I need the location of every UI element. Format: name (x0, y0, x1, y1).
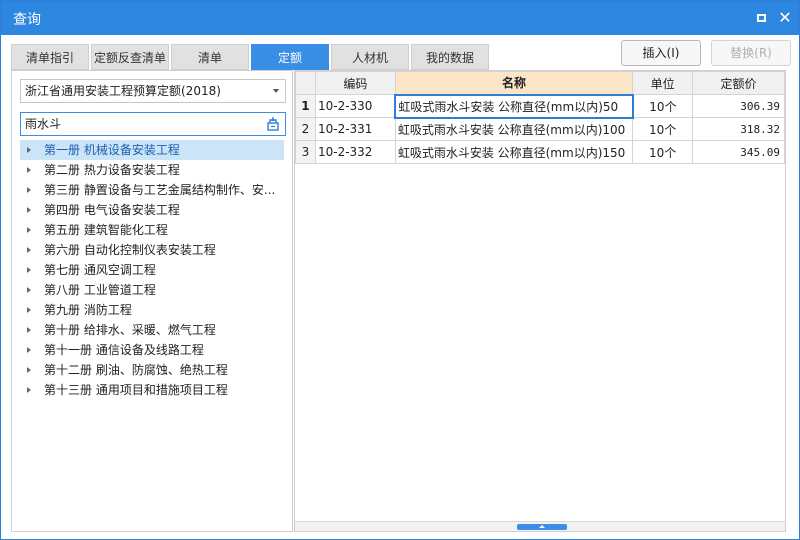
tree-item-label: 第九册 消防工程 (44, 303, 132, 317)
search-icon[interactable] (267, 117, 279, 131)
table-row[interactable]: 1 10-2-330 虹吸式雨水斗安装 公称直径(mm以内)50 10个 306… (295, 93, 785, 119)
chevron-right-icon[interactable] (27, 147, 31, 153)
tree-item-label: 第十一册 通信设备及线路工程 (44, 343, 204, 357)
code-cell[interactable]: 10-2-332 (314, 140, 396, 164)
norm-select-value: 浙江省通用安装工程预算定额(2018) (25, 84, 221, 98)
code-header[interactable]: 编码 (314, 71, 396, 95)
chevron-right-icon[interactable] (27, 367, 31, 373)
maximize-icon[interactable] (753, 10, 769, 26)
close-icon[interactable]: ✕ (777, 10, 793, 26)
tab-list[interactable]: 清单 (171, 44, 249, 70)
chevron-down-icon (273, 89, 279, 93)
row-number: 2 (295, 117, 316, 141)
chevron-right-icon[interactable] (27, 247, 31, 253)
tree-item-label: 第十三册 通用项目和措施项目工程 (44, 383, 228, 397)
chevron-right-icon[interactable] (27, 167, 31, 173)
name-cell[interactable]: 虹吸式雨水斗安装 公称直径(mm以内)100 (394, 117, 634, 141)
tree-item-label: 第六册 自动化控制仪表安装工程 (44, 243, 216, 257)
window-title: 查询 (13, 12, 41, 28)
name-header[interactable]: 名称 (394, 71, 634, 95)
title-bar[interactable]: 查询 ✕ (1, 1, 799, 35)
table-row[interactable]: 2 10-2-331 虹吸式雨水斗安装 公称直径(mm以内)100 10个 31… (295, 117, 785, 141)
tree-item-book-6[interactable]: 第六册 自动化控制仪表安装工程 (12, 240, 282, 260)
chevron-right-icon[interactable] (27, 287, 31, 293)
tree-item-label: 第七册 通风空调工程 (44, 263, 156, 277)
chevron-right-icon[interactable] (27, 227, 31, 233)
chevron-up-icon (539, 525, 545, 528)
tree-item-book-7[interactable]: 第七册 通风空调工程 (12, 260, 282, 280)
table-header-row: 编码 名称 单位 定额价 (295, 71, 785, 95)
table-row[interactable]: 3 10-2-332 虹吸式雨水斗安装 公称直径(mm以内)150 10个 34… (295, 140, 785, 164)
chevron-right-icon[interactable] (27, 387, 31, 393)
panel-toggle-handle[interactable] (517, 524, 567, 530)
insert-button[interactable]: 插入(I) (621, 40, 701, 66)
tab-labor-material-machine[interactable]: 人材机 (331, 44, 409, 70)
unit-cell[interactable]: 10个 (632, 140, 694, 164)
tree-item-book-5[interactable]: 第五册 建筑智能化工程 (12, 220, 282, 240)
price-cell[interactable]: 306.39 (692, 94, 785, 118)
tab-norm-reverse-lookup[interactable]: 定额反查清单 (91, 44, 169, 70)
tree-item-book-12[interactable]: 第十二册 刷油、防腐蚀、绝热工程 (12, 360, 282, 380)
chevron-right-icon[interactable] (27, 207, 31, 213)
tree-item-book-4[interactable]: 第四册 电气设备安装工程 (12, 200, 282, 220)
search-field[interactable] (20, 112, 286, 136)
chapter-tree: 第一册 机械设备安装工程 第二册 热力设备安装工程 第三册 静置设备与工艺金属结… (12, 140, 292, 400)
row-number: 1 (295, 94, 316, 118)
result-table: 编码 名称 单位 定额价 1 10-2-330 虹吸式雨水斗安装 公称直径(mm… (295, 71, 785, 164)
chevron-right-icon[interactable] (27, 187, 31, 193)
tree-item-label: 第八册 工业管道工程 (44, 283, 156, 297)
price-header[interactable]: 定额价 (692, 71, 785, 95)
code-cell[interactable]: 10-2-331 (314, 117, 396, 141)
tree-item-label: 第一册 机械设备安装工程 (44, 143, 180, 157)
price-cell[interactable]: 345.09 (692, 140, 785, 164)
tree-item-label: 第四册 电气设备安装工程 (44, 203, 180, 217)
tree-item-label: 第五册 建筑智能化工程 (44, 223, 168, 237)
tree-item-book-11[interactable]: 第十一册 通信设备及线路工程 (12, 340, 282, 360)
tree-item-book-9[interactable]: 第九册 消防工程 (12, 300, 282, 320)
tab-list-guide[interactable]: 清单指引 (11, 44, 89, 70)
unit-cell[interactable]: 10个 (632, 117, 694, 141)
chevron-right-icon[interactable] (27, 347, 31, 353)
tree-item-label: 第三册 静置设备与工艺金属结构制作、安... (44, 183, 276, 197)
chevron-right-icon[interactable] (27, 267, 31, 273)
left-panel: 浙江省通用安装工程预算定额(2018) 第一册 机械设备安装工程 第二册 热力设… (11, 70, 293, 532)
replace-button[interactable]: 替换(R) (711, 40, 791, 66)
tree-item-label: 第十二册 刷油、防腐蚀、绝热工程 (44, 363, 228, 377)
search-input[interactable] (25, 113, 255, 134)
unit-header[interactable]: 单位 (632, 71, 694, 95)
row-number: 3 (295, 140, 316, 164)
norm-select[interactable]: 浙江省通用安装工程预算定额(2018) (20, 79, 286, 103)
tree-item-book-1[interactable]: 第一册 机械设备安装工程 (20, 140, 284, 160)
tree-item-book-8[interactable]: 第八册 工业管道工程 (12, 280, 282, 300)
tree-item-label: 第十册 给排水、采暖、燃气工程 (44, 323, 216, 337)
tree-item-label: 第二册 热力设备安装工程 (44, 163, 180, 177)
tree-item-book-3[interactable]: 第三册 静置设备与工艺金属结构制作、安... (12, 180, 282, 200)
chevron-right-icon[interactable] (27, 307, 31, 313)
row-number-header (295, 71, 316, 95)
name-cell[interactable]: 虹吸式雨水斗安装 公称直径(mm以内)150 (394, 140, 634, 164)
query-dialog: 查询 ✕ 清单指引 定额反查清单 清单 定额 人材机 我的数据 插入(I) 替换… (0, 0, 800, 540)
tree-item-book-2[interactable]: 第二册 热力设备安装工程 (12, 160, 282, 180)
tab-my-data[interactable]: 我的数据 (411, 44, 489, 70)
tree-item-book-13[interactable]: 第十三册 通用项目和措施项目工程 (12, 380, 282, 400)
unit-cell[interactable]: 10个 (632, 94, 694, 118)
name-cell[interactable]: 虹吸式雨水斗安装 公称直径(mm以内)50 (394, 93, 634, 119)
code-cell[interactable]: 10-2-330 (314, 94, 396, 118)
horizontal-scrollbar[interactable] (295, 521, 785, 531)
price-cell[interactable]: 318.32 (692, 117, 785, 141)
result-panel: 编码 名称 单位 定额价 1 10-2-330 虹吸式雨水斗安装 公称直径(mm… (294, 70, 786, 532)
tree-item-book-10[interactable]: 第十册 给排水、采暖、燃气工程 (12, 320, 282, 340)
tab-norm[interactable]: 定额 (251, 44, 329, 70)
chevron-right-icon[interactable] (27, 327, 31, 333)
